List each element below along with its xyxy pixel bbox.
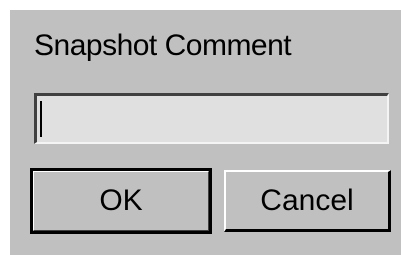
ok-button[interactable]: OK (30, 168, 212, 234)
snapshot-comment-dialog: Snapshot Comment OK Cancel (10, 10, 401, 255)
dialog-title: Snapshot Comment (34, 29, 292, 62)
text-caret (40, 101, 42, 137)
comment-input[interactable] (34, 93, 389, 144)
cancel-button[interactable]: Cancel (224, 170, 391, 232)
